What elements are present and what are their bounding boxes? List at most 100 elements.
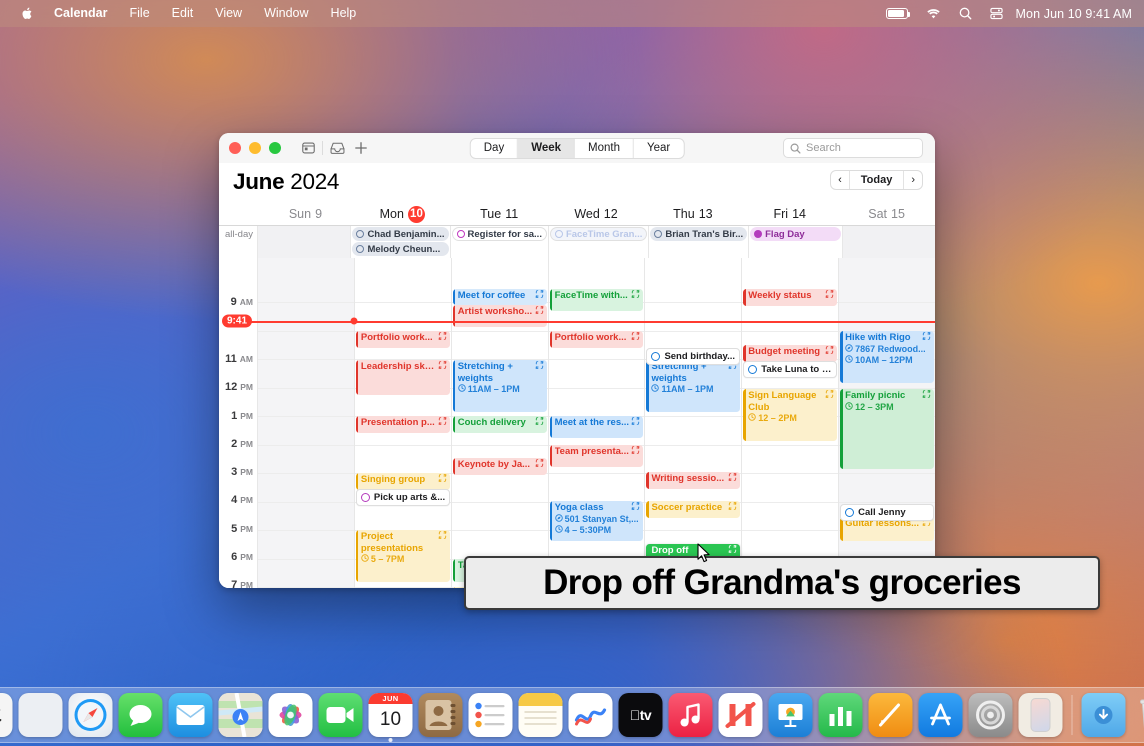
calendar-event[interactable]: FaceTime with... <box>550 289 644 311</box>
calendar-event[interactable]: Presentation p... <box>356 416 450 433</box>
all-day-column-thu[interactable]: Brian Tran's Bir... <box>648 226 748 258</box>
search-input[interactable]: Search <box>783 138 923 158</box>
mail-tray-icon[interactable] <box>325 137 349 159</box>
dock-item-maps[interactable] <box>219 693 263 737</box>
calendar-event[interactable]: Yoga class501 Stanyan St,...4 – 5:30PM <box>550 501 644 541</box>
plus-icon[interactable] <box>349 137 373 159</box>
day-header-wed[interactable]: Wed12 <box>548 203 645 225</box>
day-header-sun[interactable]: Sun9 <box>257 203 354 225</box>
dock-item-reminders[interactable] <box>469 693 513 737</box>
calendar-toolbar-icon[interactable] <box>296 137 320 159</box>
calendar-event[interactable]: Couch delivery <box>453 416 547 433</box>
minimize-button[interactable] <box>249 142 261 154</box>
control-center-icon[interactable] <box>981 7 1012 20</box>
calendar-event[interactable]: Meet at the res... <box>550 416 644 438</box>
dock-item-photos[interactable] <box>269 693 313 737</box>
calendar-event[interactable]: Leadership skil... <box>356 360 450 395</box>
all-day-column-wed[interactable]: FaceTime Gran... <box>548 226 648 258</box>
day-column-sat[interactable]: Hike with Rigo7867 Redwood...10AM – 12PM… <box>838 258 935 588</box>
calendar-event[interactable]: Hike with Rigo7867 Redwood...10AM – 12PM <box>840 331 934 383</box>
dock-item-mail[interactable] <box>169 693 213 737</box>
dock-item-freeform[interactable] <box>569 693 613 737</box>
reminder-event[interactable]: Take Luna to th... <box>743 361 837 378</box>
calendar-event[interactable]: Writing sessio... <box>646 472 740 489</box>
dock-item-appletv[interactable]: tv <box>619 693 663 737</box>
calendar-event[interactable]: Family picnic12 – 3PM <box>840 389 934 469</box>
dock-item-safari[interactable] <box>69 693 113 737</box>
dock-item-trash[interactable] <box>1132 693 1144 737</box>
week-grid[interactable]: 9 AM11 AM12 PM1 PM2 PM3 PM4 PM5 PM6 PM7 … <box>219 258 935 588</box>
dock-item-downloads[interactable] <box>1082 693 1126 737</box>
prev-week-button[interactable]: ‹ <box>831 171 850 189</box>
calendar-event[interactable]: Stretching + weights11AM – 1PM <box>453 360 547 412</box>
view-tab-year[interactable]: Year <box>634 139 683 158</box>
dock-item-news[interactable] <box>719 693 763 737</box>
dock-item-contacts[interactable] <box>419 693 463 737</box>
dock-item-notes[interactable] <box>519 693 563 737</box>
battery-icon[interactable] <box>877 8 917 19</box>
day-column-tue[interactable]: Meet for coffeeArtist worksho... Stretchi… <box>451 258 548 588</box>
view-tab-week[interactable]: Week <box>518 139 575 158</box>
calendar-event[interactable]: Weekly status <box>743 289 837 306</box>
day-header-fri[interactable]: Fri14 <box>741 203 838 225</box>
close-button[interactable] <box>229 142 241 154</box>
menu-bar-clock[interactable]: Mon Jun 10 9:41 AM <box>1012 7 1132 21</box>
day-header-tue[interactable]: Tue11 <box>451 203 548 225</box>
dock-item-launchpad[interactable] <box>19 693 63 737</box>
apple-logo-icon[interactable] <box>10 6 43 21</box>
dock-item-finder[interactable] <box>0 693 13 737</box>
all-day-column-mon[interactable]: Chad Benjamin...Melody Cheun... <box>350 226 449 258</box>
dock-item-facetime[interactable] <box>319 693 363 737</box>
calendar-event[interactable]: Keynote by Ja... <box>453 458 547 475</box>
calendar-event[interactable]: Artist worksho... <box>453 305 547 327</box>
calendar-event[interactable]: Sign Language Club12 – 2PM <box>743 389 837 441</box>
all-day-event[interactable]: Chad Benjamin... <box>352 227 448 241</box>
dock-item-settings[interactable] <box>969 693 1013 737</box>
day-header-mon[interactable]: Mon10 <box>354 203 451 225</box>
all-day-column-fri[interactable]: Flag Day <box>748 226 841 258</box>
all-day-event[interactable]: Register for sa... <box>452 227 547 241</box>
view-tab-month[interactable]: Month <box>575 139 634 158</box>
reminder-event[interactable]: Call Jenny <box>840 504 934 521</box>
dock-item-appstore[interactable] <box>919 693 963 737</box>
menu-item-help[interactable]: Help <box>320 0 368 27</box>
dock-item-numbers[interactable] <box>819 693 863 737</box>
today-button[interactable]: Today <box>850 171 905 189</box>
menu-item-file[interactable]: File <box>119 0 161 27</box>
calendar-event[interactable]: Singing group <box>356 473 450 490</box>
dock-item-calendar[interactable]: JUN10 <box>369 693 413 737</box>
all-day-event[interactable]: Melody Cheun... <box>352 242 448 256</box>
all-day-column-sun[interactable] <box>257 226 350 258</box>
day-header-thu[interactable]: Thu13 <box>644 203 741 225</box>
menu-item-calendar[interactable]: Calendar <box>43 0 119 27</box>
calendar-event[interactable]: Budget meeting <box>743 345 837 362</box>
reminder-event[interactable]: Pick up arts &... <box>356 489 450 506</box>
calendar-event[interactable]: Portfolio work... <box>550 331 644 348</box>
dock-item-pages[interactable] <box>869 693 913 737</box>
all-day-event[interactable]: Brian Tran's Bir... <box>650 227 747 241</box>
menu-item-window[interactable]: Window <box>253 0 319 27</box>
reminder-event[interactable]: Send birthday... <box>646 348 740 365</box>
menu-item-edit[interactable]: Edit <box>161 0 205 27</box>
day-column-fri[interactable]: Weekly status Budget meetingTake Luna to … <box>741 258 838 588</box>
dock-item-music[interactable] <box>669 693 713 737</box>
calendar-event[interactable]: Team presenta... <box>550 445 644 467</box>
reminder-circle-icon[interactable] <box>845 508 854 517</box>
calendar-event[interactable]: Stretching + weights11AM – 1PM <box>646 360 740 412</box>
view-tab-day[interactable]: Day <box>471 139 518 158</box>
all-day-column-sat[interactable] <box>842 226 935 258</box>
calendar-event[interactable]: Project presentations5 – 7PM <box>356 530 450 582</box>
all-day-column-tue[interactable]: Register for sa... <box>450 226 548 258</box>
reminder-circle-icon[interactable] <box>748 365 757 374</box>
day-column-thu[interactable]: Send birthday...Stretching + weights11AM… <box>644 258 741 588</box>
day-header-sat[interactable]: Sat15 <box>838 203 935 225</box>
dock-item-keynote[interactable] <box>769 693 813 737</box>
reminder-circle-icon[interactable] <box>651 352 660 361</box>
day-column-sun[interactable] <box>257 258 354 588</box>
calendar-event[interactable]: Meet for coffee <box>453 289 547 305</box>
maximize-button[interactable] <box>269 142 281 154</box>
calendar-event[interactable]: Portfolio work... <box>356 331 450 348</box>
dock-item-iphone-mirror[interactable] <box>1019 693 1063 737</box>
all-day-event[interactable]: Flag Day <box>750 227 840 241</box>
wifi-icon[interactable] <box>917 8 950 20</box>
